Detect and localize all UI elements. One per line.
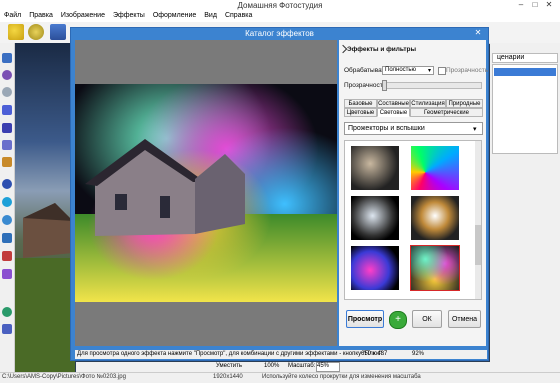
save-icon[interactable] [50,24,66,40]
tab-composite[interactable]: Составные [377,99,410,108]
thumbnail-scrollbar-thumb[interactable] [475,225,481,265]
menu-edit[interactable]: Правка [25,11,57,20]
main-canvas-image[interactable] [15,43,75,372]
preview-photo [75,84,337,302]
status-file-path: C:\Users\AMS-Copy\Pictures\Фото №0203.jp… [2,374,126,380]
chevron-down-icon: ▾ [427,68,431,74]
refresh-tool-icon[interactable] [2,307,12,317]
tab-natural[interactable]: Природные [446,99,483,108]
minimize-button[interactable]: – [514,0,528,9]
main-photo [15,203,75,372]
scenarios-tab[interactable]: ценарии [492,53,558,63]
status-resolution: 1920x1440 [213,374,243,380]
category-select-value: Прожекторы и вспышки [348,125,425,132]
effect-thumbnail[interactable] [351,146,399,190]
plus-button[interactable]: + [389,311,407,329]
layers-tool-icon[interactable] [2,233,12,243]
transparency-checkbox[interactable] [438,67,446,75]
effects-tool-icon[interactable] [2,269,12,279]
process-select[interactable]: Полностью ▾ [382,66,434,75]
maximize-button[interactable]: □ [528,0,542,9]
pencil-tool-icon[interactable] [2,140,12,150]
wizard-icon[interactable] [28,24,44,40]
pointer-tool-icon[interactable] [2,53,12,63]
tab-geometric[interactable]: Геометрические [410,108,483,117]
effect-thumbnail[interactable] [351,246,399,290]
effects-panel-header: Эффекты и фильтры [347,46,417,53]
brush-tool-icon[interactable] [2,105,12,115]
effects-thumbnail-grid [344,140,482,300]
dialog-title: Каталог эффектов [245,29,314,38]
menu-image[interactable]: Изображение [57,11,109,20]
transparency-checkbox-label: Прозрачность [446,67,489,74]
effect-thumbnail[interactable] [411,196,459,240]
process-select-value: Полностью [385,67,417,73]
zoom-tool-icon[interactable] [2,87,12,97]
dialog-hint-bar: Для просмотра одного эффекта нажмите "Пр… [75,350,487,359]
dialog-hint-text: Для просмотра одного эффекта нажмите "Пр… [77,351,384,357]
tab-color[interactable]: Цветовые [344,108,377,117]
scale-input[interactable]: 45% [316,362,340,372]
menu-view[interactable]: Вид [200,11,221,20]
tab-light[interactable]: Световые [377,108,410,117]
tab-basic[interactable]: Базовые [344,99,377,108]
pen-tool-icon[interactable] [2,123,12,133]
fit-button[interactable]: Уместить [216,363,242,369]
category-select[interactable]: Прожекторы и вспышки [344,122,483,135]
transparency-slider-thumb[interactable] [382,80,387,91]
menu-decoration[interactable]: Оформление [149,11,200,20]
transparency-slider[interactable] [382,82,482,89]
tab-stylization[interactable]: Стилизация [410,99,446,108]
dialog-close-icon[interactable]: ✕ [470,28,486,38]
contrast-tool-icon[interactable] [2,179,12,189]
transparency-label: Прозрачность [344,82,387,89]
status-tip: Используйте колесо прокрутки для изменен… [262,374,421,380]
status-bar: C:\Users\AMS-Copy\Pictures\Фото №0203.jp… [0,372,560,383]
color-tool-icon[interactable] [2,197,12,207]
app-title: Домашняя Фотостудия [237,1,323,10]
crop-tool-icon[interactable] [2,324,12,334]
water-tool-icon[interactable] [2,215,12,225]
scenarios-list [492,64,558,154]
close-button[interactable]: ✕ [542,0,556,9]
menu-help[interactable]: Справка [221,11,256,20]
ok-button[interactable]: ОК [412,310,442,328]
stamp-tool-icon[interactable] [2,157,12,167]
scenarios-selected-item[interactable] [494,68,556,76]
window-controls: – □ ✕ [514,0,556,9]
menu-file[interactable]: Файл [0,11,25,20]
dialog-zoom-percent: 92% [412,351,425,357]
open-folder-icon[interactable] [8,24,24,40]
effect-thumbnail-selected[interactable] [410,245,460,291]
menu-effects[interactable]: Эффекты [109,11,149,20]
chevron-down-icon: ▾ [473,126,477,133]
effect-thumbnail[interactable] [351,196,399,240]
frame-tool-icon[interactable] [2,251,12,261]
cancel-button[interactable]: Отмена [448,310,481,328]
effect-thumbnail[interactable] [411,146,459,190]
zoom-bar: Уместить 100% Масштаб: 45% [76,362,490,372]
scale-label: Масштаб: [288,363,316,369]
rotate-tool-icon[interactable] [2,70,12,80]
preview-button[interactable]: Просмотр [346,310,384,328]
zoom-100-button[interactable]: 100% [264,363,279,369]
thumbnail-scrollbar[interactable] [475,141,481,299]
dialog-image-size: 650 x 487 [361,351,388,357]
left-toolbox [0,43,15,372]
